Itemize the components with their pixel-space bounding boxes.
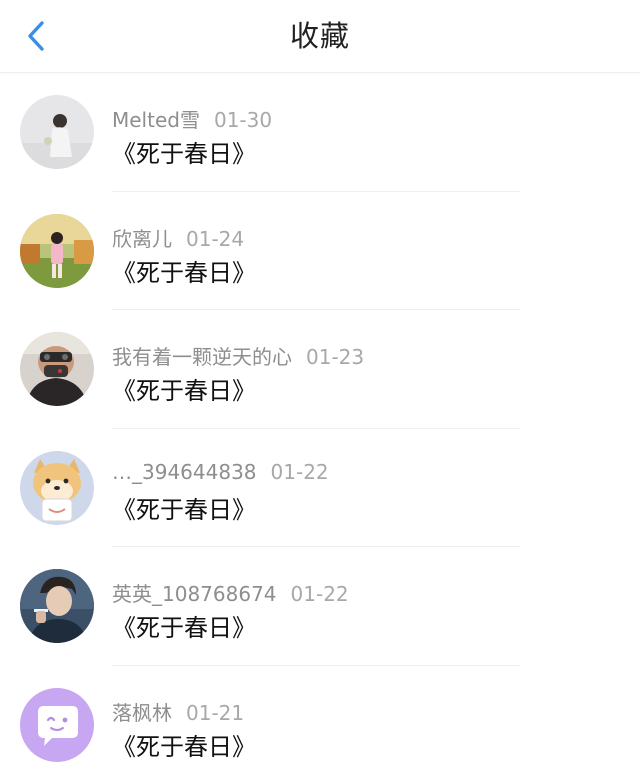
default-chat-bubble-avatar-icon: [20, 688, 94, 762]
username[interactable]: …_394644838: [112, 460, 257, 484]
list-item[interactable]: 英英_108768674 01-22 《死于春日》: [0, 547, 640, 666]
favorites-list: Melted雪 01-30 《死于春日》 欣离儿 01-24 《死于春日》: [0, 73, 640, 784]
date: 01-30: [214, 108, 272, 132]
list-item[interactable]: Melted雪 01-30 《死于春日》: [0, 73, 640, 192]
list-item[interactable]: 我有着一颗逆天的心 01-23 《死于春日》: [0, 310, 640, 429]
avatar[interactable]: [20, 569, 94, 643]
navigation-bar: 收藏: [0, 0, 640, 73]
item-meta: Melted雪 01-30: [112, 104, 272, 133]
date: 01-21: [186, 701, 244, 725]
cartoon-dog-avatar-icon: [20, 451, 94, 525]
favorite-title[interactable]: 《死于春日》: [112, 490, 256, 525]
item-meta: 英英_108768674 01-22: [112, 578, 349, 607]
avatar[interactable]: [20, 95, 94, 169]
page-title: 收藏: [0, 0, 640, 72]
item-meta: 欣离儿 01-24: [112, 223, 244, 252]
username[interactable]: 落枫林: [112, 701, 172, 725]
favorite-title[interactable]: 《死于春日》: [112, 371, 256, 406]
list-item[interactable]: 欣离儿 01-24 《死于春日》: [0, 192, 640, 311]
favorite-title[interactable]: 《死于春日》: [112, 608, 256, 643]
username[interactable]: 英英_108768674: [112, 582, 277, 606]
date: 01-23: [306, 345, 364, 369]
favorite-title[interactable]: 《死于春日》: [112, 727, 256, 762]
photo-avatar-man-smoking-icon: [20, 569, 94, 643]
item-meta: 我有着一颗逆天的心 01-23: [112, 341, 364, 370]
username[interactable]: 我有着一颗逆天的心: [112, 345, 292, 369]
username[interactable]: 欣离儿: [112, 227, 172, 251]
item-meta: …_394644838 01-22: [112, 460, 329, 484]
favorite-title[interactable]: 《死于春日》: [112, 253, 256, 288]
photo-avatar-masked-man-icon: [20, 332, 94, 406]
list-item[interactable]: 落枫林 01-21 《死于春日》: [0, 666, 640, 784]
username[interactable]: Melted雪: [112, 108, 200, 132]
list-item[interactable]: …_394644838 01-22 《死于春日》: [0, 429, 640, 548]
avatar[interactable]: [20, 332, 94, 406]
photo-avatar-girl-garden-icon: [20, 214, 94, 288]
avatar[interactable]: [20, 214, 94, 288]
avatar[interactable]: [20, 688, 94, 762]
photo-avatar-girl-white-icon: [20, 95, 94, 169]
avatar[interactable]: [20, 451, 94, 525]
date: 01-24: [186, 227, 244, 251]
date: 01-22: [291, 582, 349, 606]
item-meta: 落枫林 01-21: [112, 697, 244, 726]
date: 01-22: [271, 460, 329, 484]
favorite-title[interactable]: 《死于春日》: [112, 134, 256, 169]
